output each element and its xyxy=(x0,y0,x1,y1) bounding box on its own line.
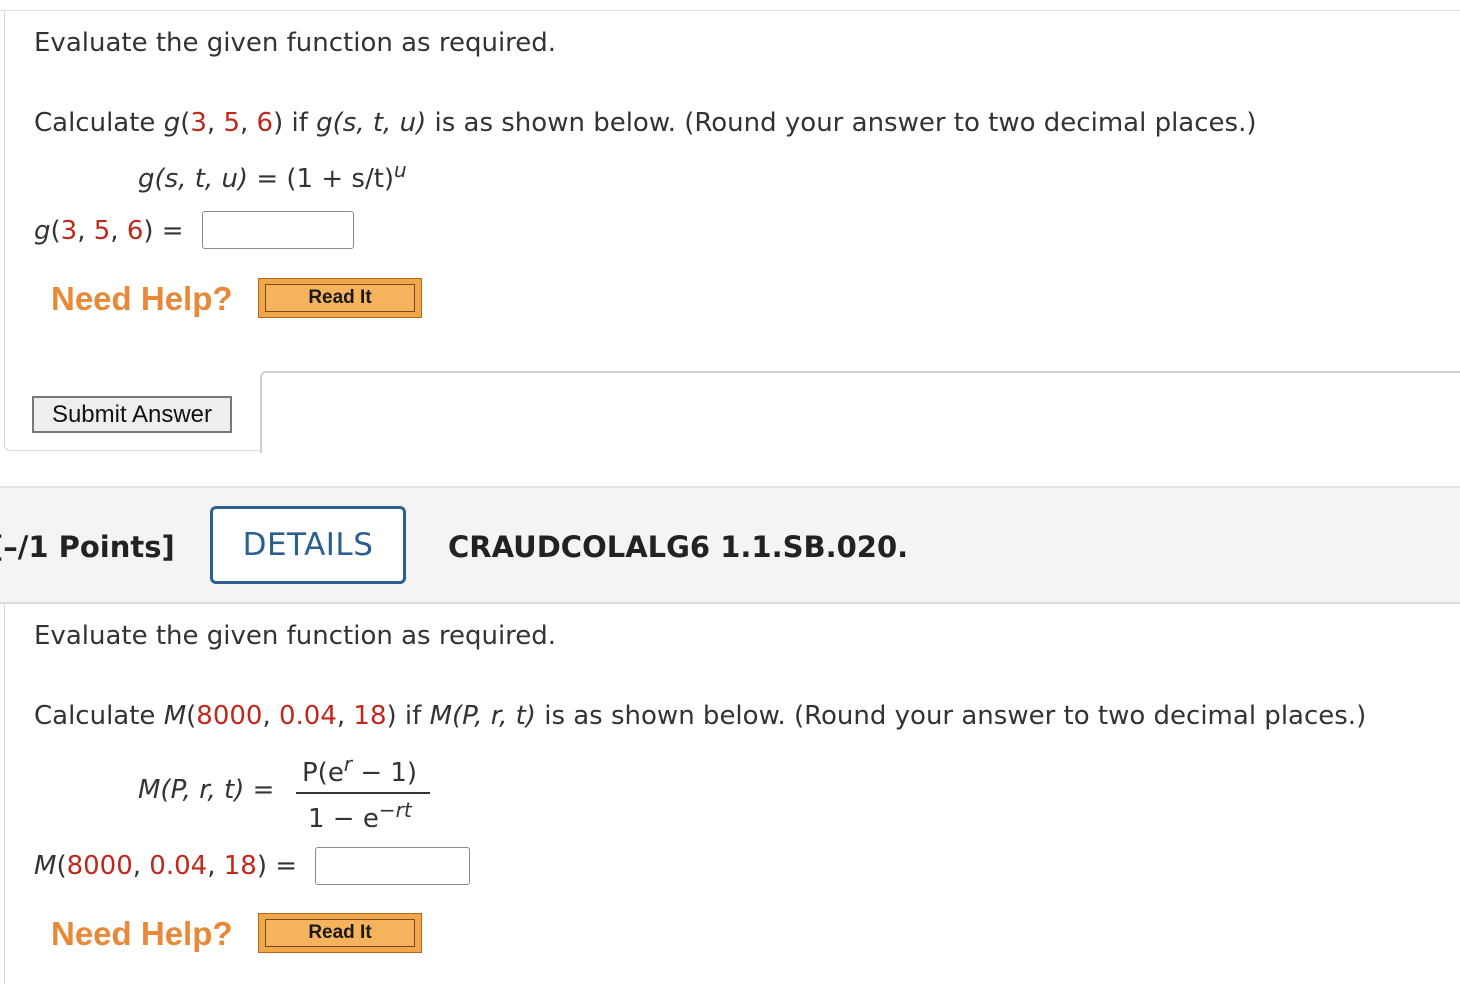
question-1-footer-strip xyxy=(260,371,1460,453)
question-1-answer-input[interactable] xyxy=(202,211,354,249)
details-button[interactable]: DETAILS xyxy=(210,506,406,584)
question-1-instruction: Evaluate the given function as required. xyxy=(34,28,557,58)
question-1-answer-label: g(3, 5, 6) = xyxy=(34,216,184,246)
question-2-need-help: Need Help? xyxy=(51,915,233,952)
question-2-formula-lhs: M(P, r, t) = xyxy=(138,775,275,805)
question-2-points: [–/1 Points] xyxy=(0,530,175,564)
question-2-read-it-button[interactable]: Read It xyxy=(258,913,422,953)
question-2-instruction: Evaluate the given function as required. xyxy=(34,621,557,651)
question-2-formula-denominator: 1 − e−rt xyxy=(308,798,412,834)
question-1-prompt: Calculate g(3, 5, 6) if g(s, t, u) is as… xyxy=(34,108,1257,138)
question-2-answer-label: M(8000, 0.04, 18) = xyxy=(34,851,298,881)
question-2-prompt: Calculate M(8000, 0.04, 18) if M(P, r, t… xyxy=(34,701,1367,731)
question-2-answer-input[interactable] xyxy=(315,847,470,885)
question-1-need-help: Need Help? xyxy=(51,280,233,317)
question-2-formula-numerator: P(er − 1) xyxy=(302,752,418,788)
fraction-bar xyxy=(296,792,430,794)
question-1-read-it-button[interactable]: Read It xyxy=(258,278,422,318)
question-1-formula: g(s, t, u) = (1 + s/t)u xyxy=(138,158,407,194)
submit-answer-button[interactable]: Submit Answer xyxy=(32,396,232,433)
question-2-code: CRAUDCOLALG6 1.1.SB.020. xyxy=(448,530,909,564)
